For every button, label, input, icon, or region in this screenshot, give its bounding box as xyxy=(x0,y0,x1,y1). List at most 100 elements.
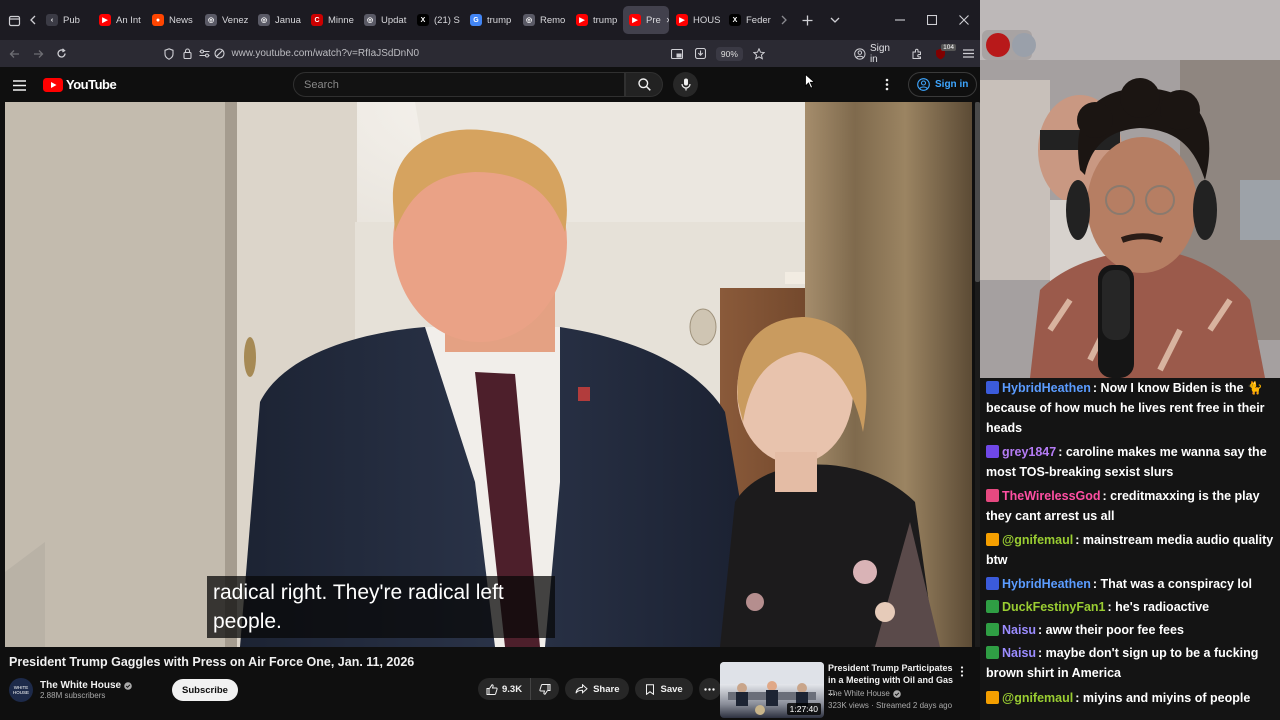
recommended-duration: 1:27:40 xyxy=(786,703,821,715)
account-icon xyxy=(854,47,866,60)
chat-username[interactable]: @gnifemaul xyxy=(1002,533,1073,547)
search-button[interactable] xyxy=(625,72,663,97)
chat-message: @gnifemaul: miyins and miyins of people xyxy=(986,688,1278,708)
tab-label: (21) S xyxy=(434,14,460,26)
browser-tab[interactable]: ◎ Remo xyxy=(517,6,569,34)
forward-icon[interactable] xyxy=(26,42,49,66)
chat-username[interactable]: DuckFestinyFan1 xyxy=(1002,600,1106,614)
maximize-icon[interactable] xyxy=(916,6,948,34)
picture-in-picture-icon[interactable] xyxy=(665,42,688,66)
like-button[interactable]: 9.3K xyxy=(478,678,532,700)
tracking-protection-icon[interactable] xyxy=(159,42,179,66)
chat-badge-icon xyxy=(986,623,999,636)
close-tab-icon[interactable]: ✕ xyxy=(666,16,669,25)
tab-label: An Int xyxy=(116,14,141,26)
hamburger-menu-icon[interactable] xyxy=(13,78,26,96)
download-icon[interactable] xyxy=(688,42,711,66)
browser-tab[interactable]: ◎ Venez xyxy=(199,6,251,34)
video-caption: radical right. They're radical left peop… xyxy=(207,576,555,638)
tab-label: Pre xyxy=(646,14,661,26)
share-button[interactable]: Share xyxy=(565,678,630,700)
video-title: President Trump Gaggles with Press on Ai… xyxy=(9,655,415,669)
chat-message: DuckFestinyFan1: he's radioactive xyxy=(986,597,1278,617)
recommended-meta: The White House 323K views · Streamed 2 … xyxy=(828,688,968,712)
browser-tab[interactable]: ▶ HOUS xyxy=(670,6,722,34)
youtube-favicon-icon: ▶ xyxy=(576,14,588,26)
channel-name[interactable]: The White House xyxy=(40,680,121,691)
google-favicon-icon: G xyxy=(470,14,482,26)
ublock-icon[interactable]: 104 xyxy=(929,42,956,66)
new-tab-icon[interactable] xyxy=(793,6,821,34)
chat-username[interactable]: @gnifemaul xyxy=(1002,691,1073,705)
chat-badge-icon xyxy=(986,577,999,590)
subscribe-button[interactable]: Subscribe xyxy=(172,679,238,701)
more-options-icon[interactable] xyxy=(885,78,889,96)
chat-badge-icon xyxy=(986,445,999,458)
chat-text: : That was a conspiracy lol xyxy=(1092,577,1252,591)
browser-tab[interactable]: ◎ Janua xyxy=(252,6,304,34)
video-player[interactable] xyxy=(5,102,972,647)
zoom-level-badge[interactable]: 90% xyxy=(715,46,743,61)
browser-tab[interactable]: ● News xyxy=(146,6,198,34)
youtube-logo[interactable]: YouTube xyxy=(43,77,117,92)
stream-chat: HybridHeathen: Now I know Biden is the 🐈… xyxy=(980,378,1280,720)
like-dislike-group: 9.3K xyxy=(478,678,560,700)
chat-message: grey1847: caroline makes me wanna say th… xyxy=(986,442,1278,482)
tab-list-dropdown-icon[interactable] xyxy=(821,6,849,34)
tab-scroll-right-icon[interactable] xyxy=(775,6,793,34)
microphone-icon xyxy=(680,78,691,91)
subscriber-count: 2.88M subscribers xyxy=(40,691,106,700)
chat-username[interactable]: grey1847 xyxy=(1002,445,1056,459)
browser-tab[interactable]: C Minne xyxy=(305,6,357,34)
youtube-logo-text: YouTube xyxy=(66,77,117,92)
permissions-icon[interactable] xyxy=(196,42,212,66)
recommended-thumbnail[interactable]: 1:27:40 xyxy=(720,662,824,718)
search-input[interactable]: Search xyxy=(293,72,625,97)
browser-tab[interactable]: X (21) S xyxy=(411,6,463,34)
browser-sign-in-button[interactable]: Sign in xyxy=(854,43,899,65)
cnn-favicon-icon: C xyxy=(311,14,323,26)
channel-avatar[interactable]: WHITE HOUSE xyxy=(9,678,33,702)
autoplay-blocked-icon[interactable] xyxy=(212,42,228,66)
chat-username[interactable]: Naisu xyxy=(1002,646,1036,660)
close-window-icon[interactable] xyxy=(948,6,980,34)
webcam-image xyxy=(980,0,1280,378)
chat-username[interactable]: Naisu xyxy=(1002,623,1036,637)
share-label: Share xyxy=(593,683,620,695)
mouse-cursor-icon xyxy=(805,73,816,94)
reload-icon[interactable] xyxy=(50,42,73,66)
back-icon[interactable] xyxy=(3,42,26,66)
chat-badge-icon xyxy=(986,600,999,613)
browser-tab[interactable]: ‹ Pub xyxy=(40,6,92,34)
browser-tab[interactable]: ◎ Updat xyxy=(358,6,410,34)
voice-search-button[interactable] xyxy=(673,72,698,97)
browser-tab[interactable]: ▶ trump xyxy=(570,6,622,34)
extensions-icon[interactable] xyxy=(906,42,929,66)
web-favicon-icon: ◎ xyxy=(364,14,376,26)
reddit-favicon-icon: ● xyxy=(152,14,164,26)
tab-label: Remo xyxy=(540,14,566,26)
window-icon[interactable] xyxy=(2,6,26,34)
lock-icon[interactable] xyxy=(179,42,197,66)
url-bar[interactable]: www.youtube.com/watch?v=RfIaJSdDnN0 xyxy=(231,48,651,59)
browser-tab[interactable]: ▶ Pre ✕ xyxy=(623,6,669,34)
chat-username[interactable]: HybridHeathen xyxy=(1002,381,1091,395)
minimize-icon[interactable] xyxy=(884,6,916,34)
browser-tab[interactable]: ▶ An Int xyxy=(93,6,145,34)
caption-line-1: radical right. They're radical left xyxy=(213,581,504,604)
save-button[interactable]: Save xyxy=(635,678,693,700)
chat-username[interactable]: HybridHeathen xyxy=(1002,577,1091,591)
browser-tab[interactable]: X Feder xyxy=(723,6,775,34)
youtube-sign-in-button[interactable]: Sign in xyxy=(908,72,978,97)
recommended-video[interactable]: 1:27:40 President Trump Participates in … xyxy=(720,662,980,720)
more-actions-button[interactable] xyxy=(698,678,721,700)
menu-icon[interactable] xyxy=(957,42,980,66)
chat-username[interactable]: TheWirelessGod xyxy=(1002,489,1101,503)
tab-scroll-left-icon[interactable] xyxy=(26,6,40,34)
browser-tab[interactable]: Gtrump xyxy=(464,6,516,34)
dislike-button[interactable] xyxy=(531,678,559,700)
tab-label: Minne xyxy=(328,14,354,26)
recommended-channel[interactable]: The White House xyxy=(828,688,890,700)
recommended-more-icon[interactable] xyxy=(960,664,964,682)
bookmark-star-icon[interactable] xyxy=(747,42,770,66)
